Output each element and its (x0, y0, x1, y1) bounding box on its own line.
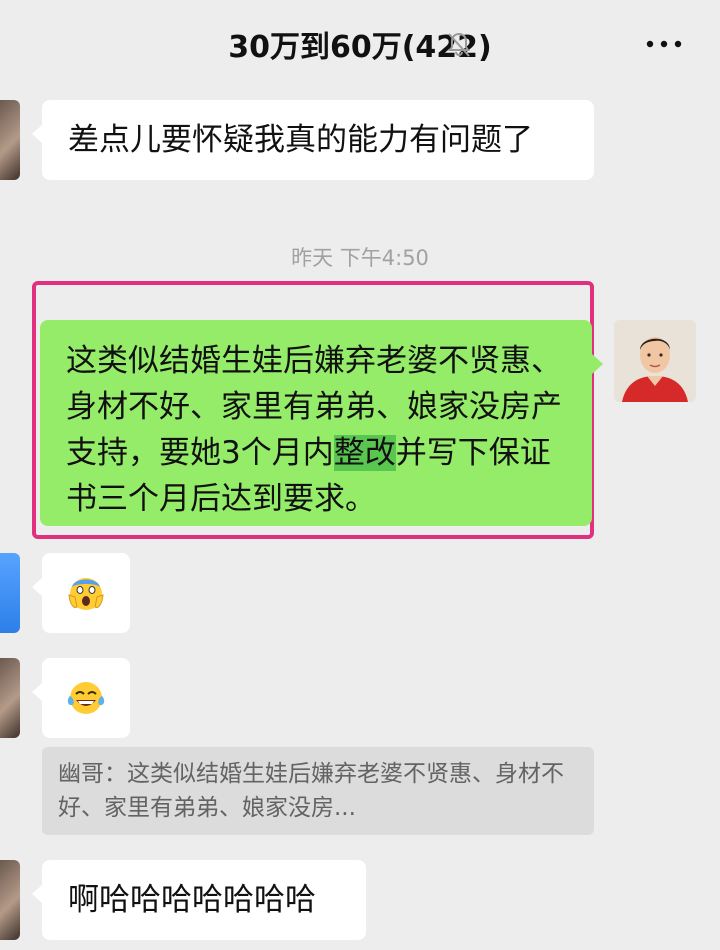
message-timestamp: 昨天 下午4:50 (291, 246, 429, 270)
message-bubble[interactable]: 差点儿要怀疑我真的能力有问题了 (32, 100, 594, 180)
message-bubble[interactable]: 啊哈哈哈哈哈哈哈 (32, 860, 366, 940)
message-text: 这类似结婚生娃后嫌弃老婆不贤惠、身材不好、家里有弟弟、娘家没房产支持，要她3个月… (66, 343, 562, 517)
chat-header: 30万到60万(422) (0, 0, 720, 90)
screaming-face-emoji (68, 578, 104, 610)
sender-avatar[interactable] (0, 100, 20, 180)
message-text: 差点儿要怀疑我真的能力有问题了 (68, 122, 533, 158)
highlighted-text: 整改 (333, 435, 396, 471)
quoted-message[interactable]: 幽哥：这类似结婚生娃后嫌弃老婆不贤惠、身材不好、家里有弟弟、娘家没房... (42, 747, 594, 835)
tears-of-joy-emoji (67, 682, 105, 714)
own-avatar[interactable] (614, 320, 696, 402)
more-dots-icon[interactable] (644, 36, 684, 52)
sender-avatar[interactable] (0, 860, 20, 940)
emoji-bubble[interactable] (32, 658, 130, 738)
chat-title[interactable]: 30万到60万(422) (0, 22, 720, 66)
own-message-bubble[interactable]: 这类似结婚生娃后嫌弃老婆不贤惠、身材不好、家里有弟弟、娘家没房产支持，要她3个月… (40, 320, 603, 526)
bell-off-icon (448, 32, 470, 57)
emoji-bubble[interactable] (32, 553, 130, 633)
sender-avatar[interactable] (0, 658, 20, 738)
sender-avatar[interactable] (0, 553, 20, 633)
message-text: 啊哈哈哈哈哈哈哈 (68, 882, 316, 918)
person-portrait-icon (614, 320, 696, 402)
